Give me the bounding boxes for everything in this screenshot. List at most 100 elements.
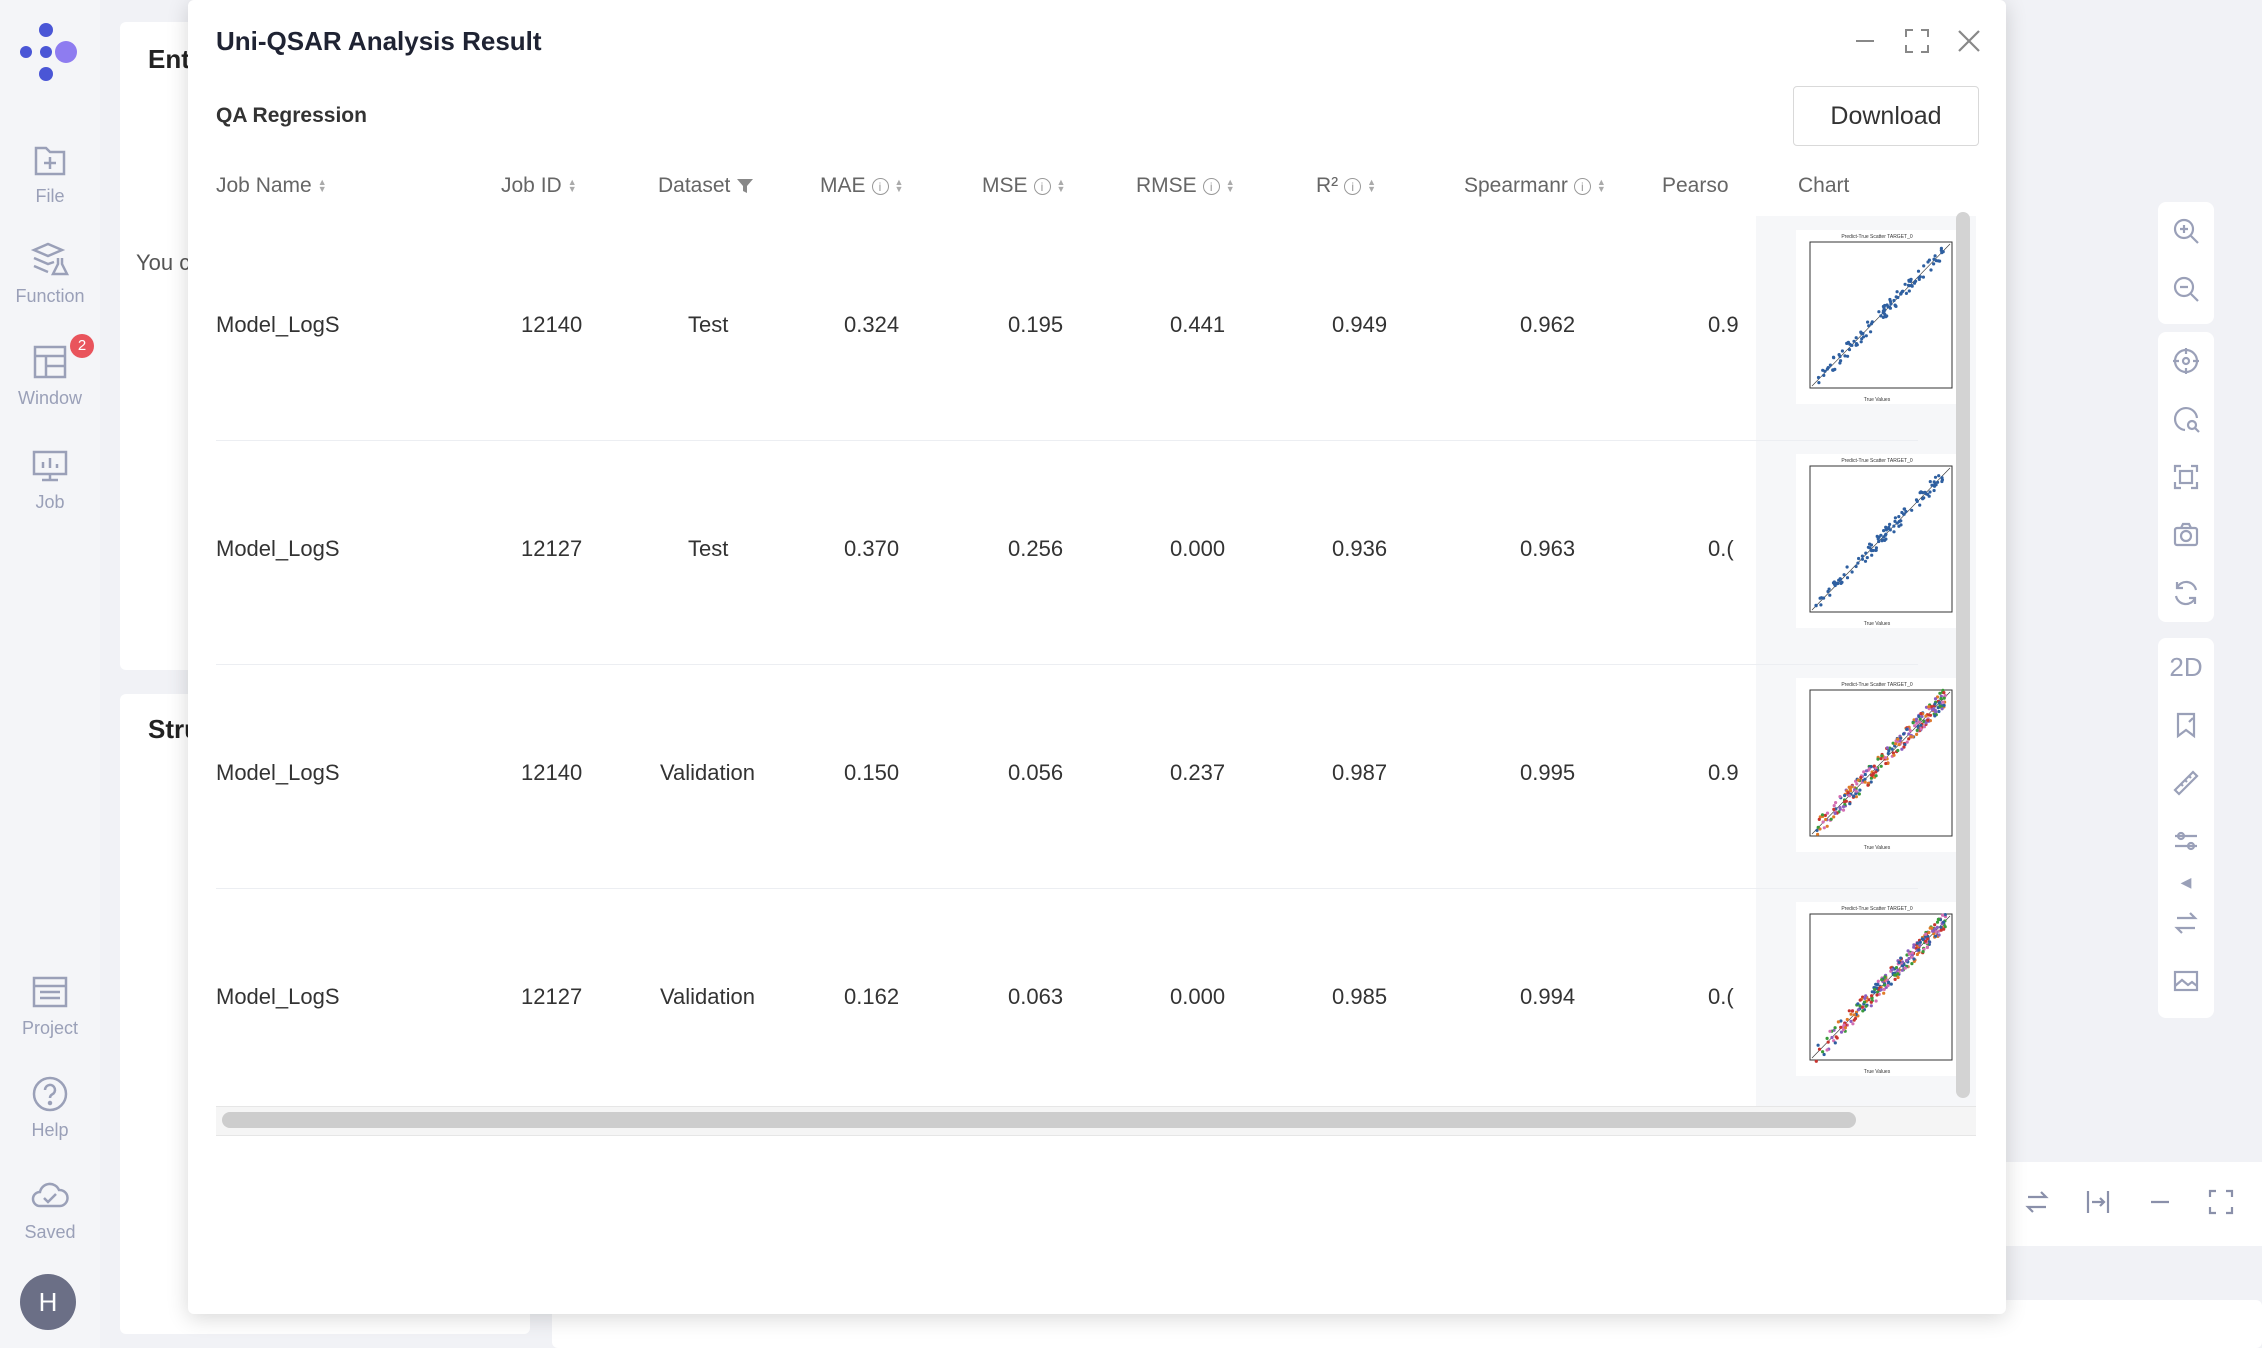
table-row[interactable]: Model_LogS 12127 Validation 0.162 0.063 … — [216, 888, 1918, 1112]
user-avatar[interactable]: H — [20, 1274, 76, 1330]
table-row[interactable]: Model_LogS 12140 Test 0.324 0.195 0.441 … — [216, 216, 1918, 441]
sidebar-item-help[interactable]: Help — [0, 1074, 100, 1141]
cell-dataset: Test — [688, 312, 729, 337]
col-header-dataset[interactable]: Dataset — [658, 174, 754, 198]
table-row[interactable]: Model_LogS 12140 Validation 0.150 0.056 … — [216, 664, 1918, 889]
sort-icon[interactable]: ▲ ▼ — [1597, 178, 1606, 194]
chart-title: Predict-True Scatter TARGET_0 — [1841, 234, 1913, 240]
transfer-button[interactable] — [2158, 894, 2214, 952]
info-icon[interactable]: i — [1033, 177, 1051, 195]
minimize-button[interactable] — [1850, 26, 1880, 56]
2d-toggle-button[interactable]: 2D — [2158, 638, 2214, 696]
scatter-point — [1836, 1020, 1840, 1024]
bookmark-edit-icon — [2176, 712, 2196, 739]
transfer-bottom-button[interactable] — [2022, 1187, 2052, 1222]
app-logo[interactable] — [18, 20, 82, 84]
scatter-point — [1900, 968, 1904, 972]
refresh-icon — [2174, 580, 2198, 606]
sidebar-item-project[interactable]: Project — [0, 972, 100, 1039]
zoom-in-button[interactable] — [2158, 202, 2214, 260]
col-header-r2[interactable]: R² i ▲ ▼ — [1316, 174, 1376, 198]
sidebar-item-window[interactable]: 2 Window — [0, 334, 100, 409]
minimize-panel-button[interactable] — [2145, 1187, 2175, 1222]
scatter-chart-thumbnail[interactable]: Predict-True Scatter TARGET_0 True Values — [1796, 902, 1958, 1076]
sort-icon[interactable]: ▲ ▼ — [895, 178, 904, 194]
scatter-point — [1869, 543, 1874, 547]
cell-job-id: 12140 — [521, 312, 583, 337]
maximize-panel-button[interactable] — [2206, 1187, 2236, 1222]
maximize-button[interactable] — [1902, 26, 1932, 56]
scatter-chart-thumbnail[interactable]: Predict-True Scatter TARGET_0 True Values — [1796, 678, 1958, 852]
sort-icon[interactable]: ▲ ▼ — [1057, 178, 1066, 194]
sort-icon[interactable]: ▲ ▼ — [1226, 178, 1235, 194]
cell-job-id: 12127 — [521, 536, 583, 561]
screenshot-button[interactable] — [2158, 506, 2214, 564]
scatter-point — [1845, 341, 1849, 345]
sort-icon[interactable]: ▲ ▼ — [1367, 178, 1376, 194]
dollar-swap-icon — [2025, 1190, 2049, 1213]
scatter-point — [1847, 348, 1852, 352]
sort-icon[interactable]: ▲ ▼ — [568, 178, 577, 194]
filter-icon[interactable] — [736, 177, 754, 195]
cell-rmse: 0.000 — [1170, 984, 1226, 1009]
scatter-point — [1906, 283, 1910, 287]
scatter-point — [1917, 277, 1921, 281]
col-header-rmse[interactable]: RMSE i ▲ ▼ — [1136, 174, 1235, 198]
scatter-point — [1904, 509, 1908, 514]
download-button[interactable]: Download — [1793, 86, 1979, 146]
cell-mae: 0.324 — [844, 312, 900, 337]
col-header-mae[interactable]: MAE i ▲ ▼ — [820, 174, 903, 198]
rotate-view-button[interactable] — [2158, 390, 2214, 448]
scatter-point — [1900, 964, 1905, 968]
scatter-point — [1910, 508, 1914, 512]
scatter-point — [1863, 772, 1867, 777]
col-header-job-id[interactable]: Job ID ▲ ▼ — [501, 174, 577, 198]
flask-layers-icon — [30, 242, 70, 276]
align-button[interactable] — [2158, 812, 2214, 870]
col-label: Job Name — [216, 174, 312, 197]
scatter-chart-thumbnail[interactable]: Predict-True Scatter TARGET_0 True Values — [1796, 454, 1958, 628]
scatter-point — [1852, 794, 1856, 798]
col-header-spearmanr[interactable]: Spearmanr i ▲ ▼ — [1464, 174, 1606, 198]
sidebar-item-saved[interactable]: Saved — [0, 1176, 100, 1243]
scatter-point — [1902, 732, 1906, 736]
zoom-out-button[interactable] — [2158, 260, 2214, 318]
measure-button[interactable] — [2158, 754, 2214, 812]
cell-r2: 0.985 — [1332, 984, 1388, 1009]
scatter-point — [1852, 1018, 1856, 1022]
col-label: MAE — [820, 174, 866, 197]
col-header-mse[interactable]: MSE i ▲ ▼ — [982, 174, 1065, 198]
center-button[interactable] — [2158, 332, 2214, 390]
bookmark-button[interactable] — [2158, 696, 2214, 754]
sidebar-item-file[interactable]: File — [0, 140, 100, 207]
scatter-point — [1917, 948, 1921, 952]
collapse-arrow-button[interactable]: ◀ — [2158, 870, 2214, 894]
scatter-point — [1909, 277, 1913, 281]
swap-icon — [2174, 912, 2198, 934]
info-icon[interactable]: i — [1573, 177, 1591, 195]
scatter-chart-thumbnail[interactable]: Predict-True Scatter TARGET_0 True Values — [1796, 230, 1958, 404]
scatter-point — [1848, 802, 1852, 806]
horizontal-scrollbar[interactable] — [222, 1112, 1856, 1128]
info-icon[interactable]: i — [1202, 177, 1220, 195]
scatter-point — [1933, 923, 1937, 927]
table-row[interactable]: Model_LogS 12127 Test 0.370 0.256 0.000 … — [216, 440, 1918, 665]
image-button[interactable] — [2158, 952, 2214, 1010]
info-icon[interactable]: i — [871, 177, 889, 195]
sidebar-item-job[interactable]: Job — [0, 446, 100, 513]
reset-button[interactable] — [2158, 564, 2214, 622]
scatter-point — [1874, 982, 1878, 986]
sidebar-item-function[interactable]: Function — [0, 240, 100, 307]
scatter-point — [1896, 748, 1900, 753]
scatter-point — [1866, 320, 1870, 324]
sort-icon[interactable]: ▲ ▼ — [318, 178, 327, 194]
info-icon[interactable]: i — [1344, 177, 1362, 195]
close-button[interactable] — [1954, 26, 1984, 56]
split-view-button[interactable] — [2083, 1187, 2113, 1222]
col-header-pearson[interactable]: Pearso — [1662, 174, 1732, 198]
scatter-point — [1841, 808, 1846, 812]
col-header-job-name[interactable]: Job Name ▲ ▼ — [216, 174, 327, 198]
scatter-point — [1869, 1000, 1873, 1004]
fit-view-button[interactable] — [2158, 448, 2214, 506]
vertical-scrollbar[interactable] — [1956, 212, 1970, 1098]
